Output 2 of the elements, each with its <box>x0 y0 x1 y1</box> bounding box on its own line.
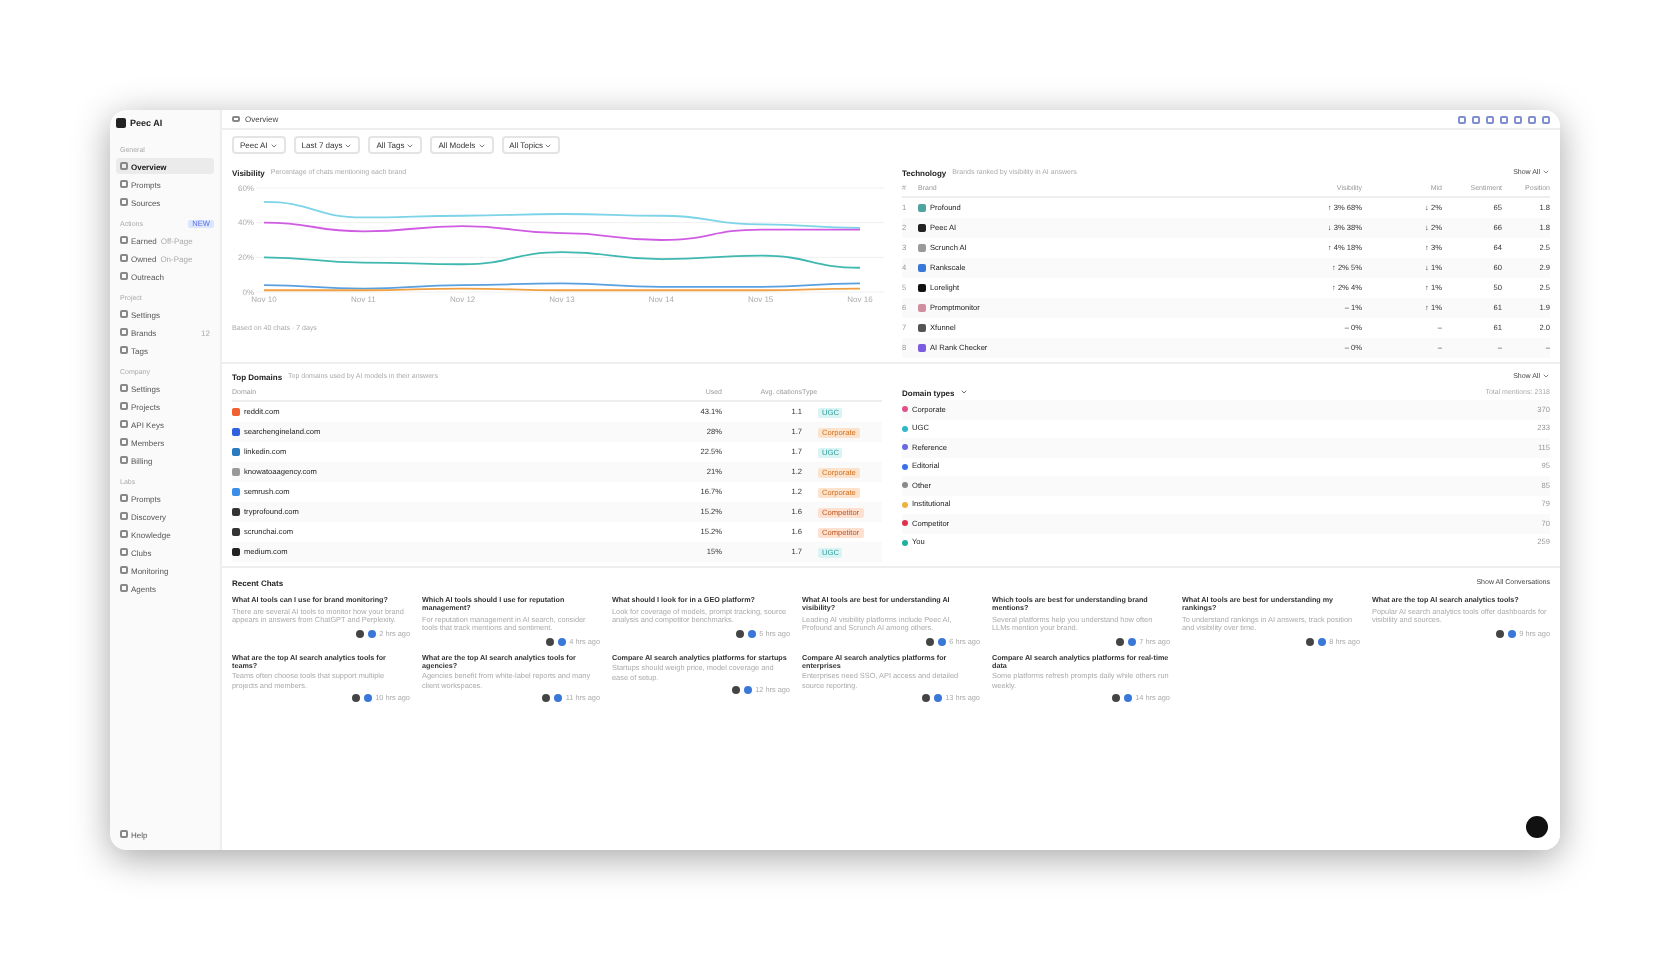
chat-bubble-button[interactable] <box>1526 816 1548 838</box>
sidebar-toggle-icon[interactable] <box>232 115 239 123</box>
